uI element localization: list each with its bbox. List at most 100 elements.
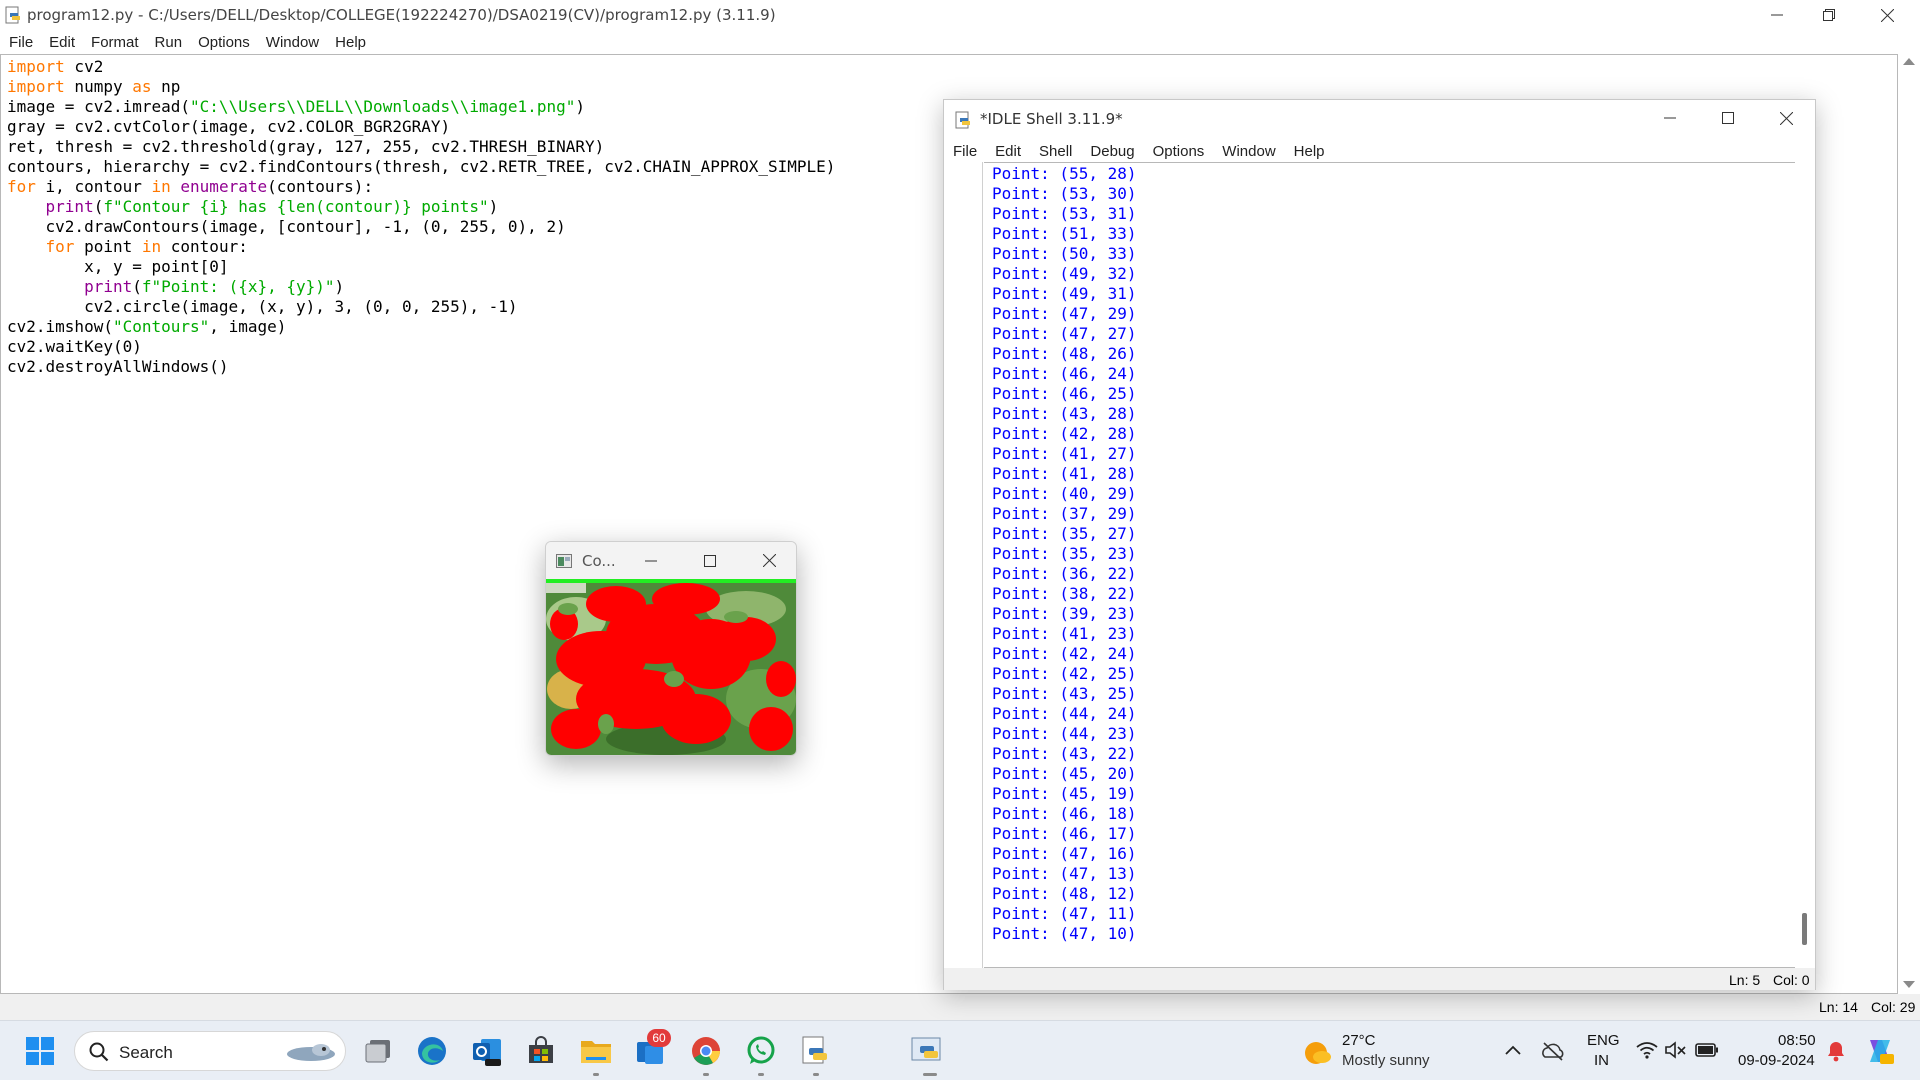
minimize-button[interactable] — [1748, 0, 1806, 30]
shell-output-line[interactable]: Point: (43, 22) — [992, 744, 1137, 764]
language-indicator[interactable]: ENG — [1587, 1032, 1620, 1049]
contours-maximize-button[interactable] — [681, 542, 739, 579]
shell-output-line[interactable]: Point: (42, 25) — [992, 664, 1137, 684]
weather-condition[interactable]: Mostly sunny — [1342, 1052, 1430, 1069]
start-button[interactable] — [22, 1033, 58, 1069]
outlook-button[interactable] — [469, 1033, 505, 1069]
shell-output-line[interactable]: Point: (42, 24) — [992, 644, 1137, 664]
shell-output-line[interactable]: Point: (38, 22) — [992, 584, 1137, 604]
code-line[interactable]: cv2.imshow("Contours", image) — [7, 317, 835, 337]
shell-output-line[interactable]: Point: (46, 25) — [992, 384, 1137, 404]
notification-bell-icon[interactable] — [1826, 1040, 1846, 1062]
menu-window[interactable]: Window — [258, 34, 327, 51]
scroll-down-icon[interactable] — [1903, 981, 1915, 988]
code-line[interactable]: image = cv2.imread("C:\\Users\\DELL\\Dow… — [7, 97, 835, 117]
task-view-button[interactable] — [360, 1033, 396, 1069]
shell-menu-edit[interactable]: Edit — [986, 143, 1030, 160]
shell-output-line[interactable]: Point: (39, 23) — [992, 604, 1137, 624]
scroll-up-icon[interactable] — [1903, 58, 1915, 65]
code-line[interactable]: print(f"Contour {i} has {len(contour)} p… — [7, 197, 835, 217]
contours-close-button[interactable] — [740, 542, 796, 579]
menu-file[interactable]: File — [0, 34, 41, 51]
shell-close-button[interactable] — [1757, 100, 1815, 136]
volume-muted-icon[interactable] — [1665, 1041, 1687, 1059]
contours-titlebar[interactable]: Co... — [546, 542, 796, 579]
code-line[interactable]: import cv2 — [7, 57, 835, 77]
shell-menu-file[interactable]: File — [944, 143, 986, 160]
shell-output-line[interactable]: Point: (44, 24) — [992, 704, 1137, 724]
shell-output-line[interactable]: Point: (40, 29) — [992, 484, 1137, 504]
chrome-button[interactable] — [688, 1033, 724, 1069]
shell-menu-shell[interactable]: Shell — [1030, 143, 1081, 160]
editor-titlebar[interactable]: program12.py - C:/Users/DELL/Desktop/COL… — [0, 0, 1920, 30]
python-idle-running-button[interactable] — [908, 1033, 944, 1069]
shell-output-line[interactable]: Point: (41, 27) — [992, 444, 1137, 464]
shell-output-line[interactable]: Point: (53, 30) — [992, 184, 1137, 204]
code-line[interactable]: for i, contour in enumerate(contours): — [7, 177, 835, 197]
shell-titlebar[interactable]: *IDLE Shell 3.11.9* — [944, 100, 1815, 136]
store-button[interactable] — [523, 1033, 559, 1069]
shell-output-line[interactable]: Point: (47, 10) — [992, 924, 1137, 944]
shell-output-line[interactable]: Point: (47, 11) — [992, 904, 1137, 924]
shell-output-line[interactable]: Point: (35, 23) — [992, 544, 1137, 564]
copilot-icon[interactable] — [1864, 1036, 1896, 1066]
code-line[interactable]: cv2.circle(image, (x, y), 3, (0, 0, 255)… — [7, 297, 835, 317]
shell-output-line[interactable]: Point: (50, 33) — [992, 244, 1137, 264]
shell-output-line[interactable]: Point: (48, 12) — [992, 884, 1137, 904]
code-line[interactable]: cv2.destroyAllWindows() — [7, 357, 835, 377]
edge-button[interactable] — [414, 1033, 450, 1069]
shell-output-line[interactable]: Point: (42, 28) — [992, 424, 1137, 444]
shell-output-line[interactable]: Point: (55, 28) — [992, 164, 1137, 184]
shell-output-line[interactable]: Point: (47, 16) — [992, 844, 1137, 864]
editor-scrollbar[interactable] — [1898, 54, 1920, 994]
wifi-icon[interactable] — [1636, 1041, 1658, 1059]
shell-output-text[interactable]: Point: (55, 28) Point: (53, 30) Point: (53… — [992, 164, 1137, 944]
code-line[interactable]: cv2.drawContours(image, [contour], -1, (… — [7, 217, 835, 237]
menu-format[interactable]: Format — [83, 34, 147, 51]
taskbar-search-box[interactable]: Search — [74, 1031, 346, 1071]
code-line[interactable]: gray = cv2.cvtColor(image, cv2.COLOR_BGR… — [7, 117, 835, 137]
shell-output-line[interactable]: Point: (47, 13) — [992, 864, 1137, 884]
shell-output-line[interactable]: Point: (45, 20) — [992, 764, 1137, 784]
code-line[interactable]: cv2.waitKey(0) — [7, 337, 835, 357]
file-explorer-button[interactable] — [578, 1033, 614, 1069]
shell-output-line[interactable]: Point: (43, 25) — [992, 684, 1137, 704]
shell-scroll-thumb[interactable] — [1802, 913, 1807, 945]
shell-output-line[interactable]: Point: (41, 28) — [992, 464, 1137, 484]
shell-minimize-button[interactable] — [1641, 100, 1699, 136]
shell-output-line[interactable]: Point: (48, 26) — [992, 344, 1137, 364]
clock-date[interactable]: 09-09-2024 — [1738, 1052, 1815, 1069]
shell-output-line[interactable]: Point: (46, 24) — [992, 364, 1137, 384]
code-text[interactable]: import cv2 import numpy as np image = cv2.… — [7, 57, 835, 377]
shell-output-line[interactable]: Point: (41, 23) — [992, 624, 1137, 644]
python-idle-button[interactable] — [798, 1033, 834, 1069]
shell-output-line[interactable]: Point: (49, 32) — [992, 264, 1137, 284]
code-line[interactable]: import numpy as np — [7, 77, 835, 97]
shell-output-line[interactable]: Point: (47, 29) — [992, 304, 1137, 324]
shell-output-line[interactable]: Point: (46, 17) — [992, 824, 1137, 844]
chevron-up-icon[interactable] — [1505, 1045, 1521, 1055]
code-line[interactable]: for point in contour: — [7, 237, 835, 257]
menu-help[interactable]: Help — [327, 34, 374, 51]
shell-output-line[interactable]: Point: (46, 18) — [992, 804, 1137, 824]
weather-temp[interactable]: 27°C — [1342, 1032, 1376, 1049]
shell-output-line[interactable]: Point: (49, 31) — [992, 284, 1137, 304]
region-indicator[interactable]: IN — [1594, 1052, 1609, 1069]
onedrive-icon[interactable] — [1541, 1041, 1565, 1061]
shell-menu-help[interactable]: Help — [1285, 143, 1334, 160]
shell-menu-options[interactable]: Options — [1144, 143, 1214, 160]
menu-run[interactable]: Run — [147, 34, 191, 51]
code-line[interactable]: x, y = point[0] — [7, 257, 835, 277]
shell-output-line[interactable]: Point: (53, 31) — [992, 204, 1137, 224]
shell-menu-debug[interactable]: Debug — [1081, 143, 1143, 160]
shell-output-line[interactable]: Point: (36, 22) — [992, 564, 1137, 584]
shell-maximize-button[interactable] — [1699, 100, 1757, 136]
shell-menu-window[interactable]: Window — [1213, 143, 1284, 160]
whatsapp-button[interactable] — [743, 1033, 779, 1069]
shell-output-line[interactable]: Point: (45, 19) — [992, 784, 1137, 804]
shell-output-line[interactable]: Point: (44, 23) — [992, 724, 1137, 744]
menu-edit[interactable]: Edit — [41, 34, 83, 51]
clock-time[interactable]: 08:50 — [1778, 1032, 1816, 1049]
menu-options[interactable]: Options — [190, 34, 258, 51]
restore-button[interactable] — [1800, 0, 1858, 30]
